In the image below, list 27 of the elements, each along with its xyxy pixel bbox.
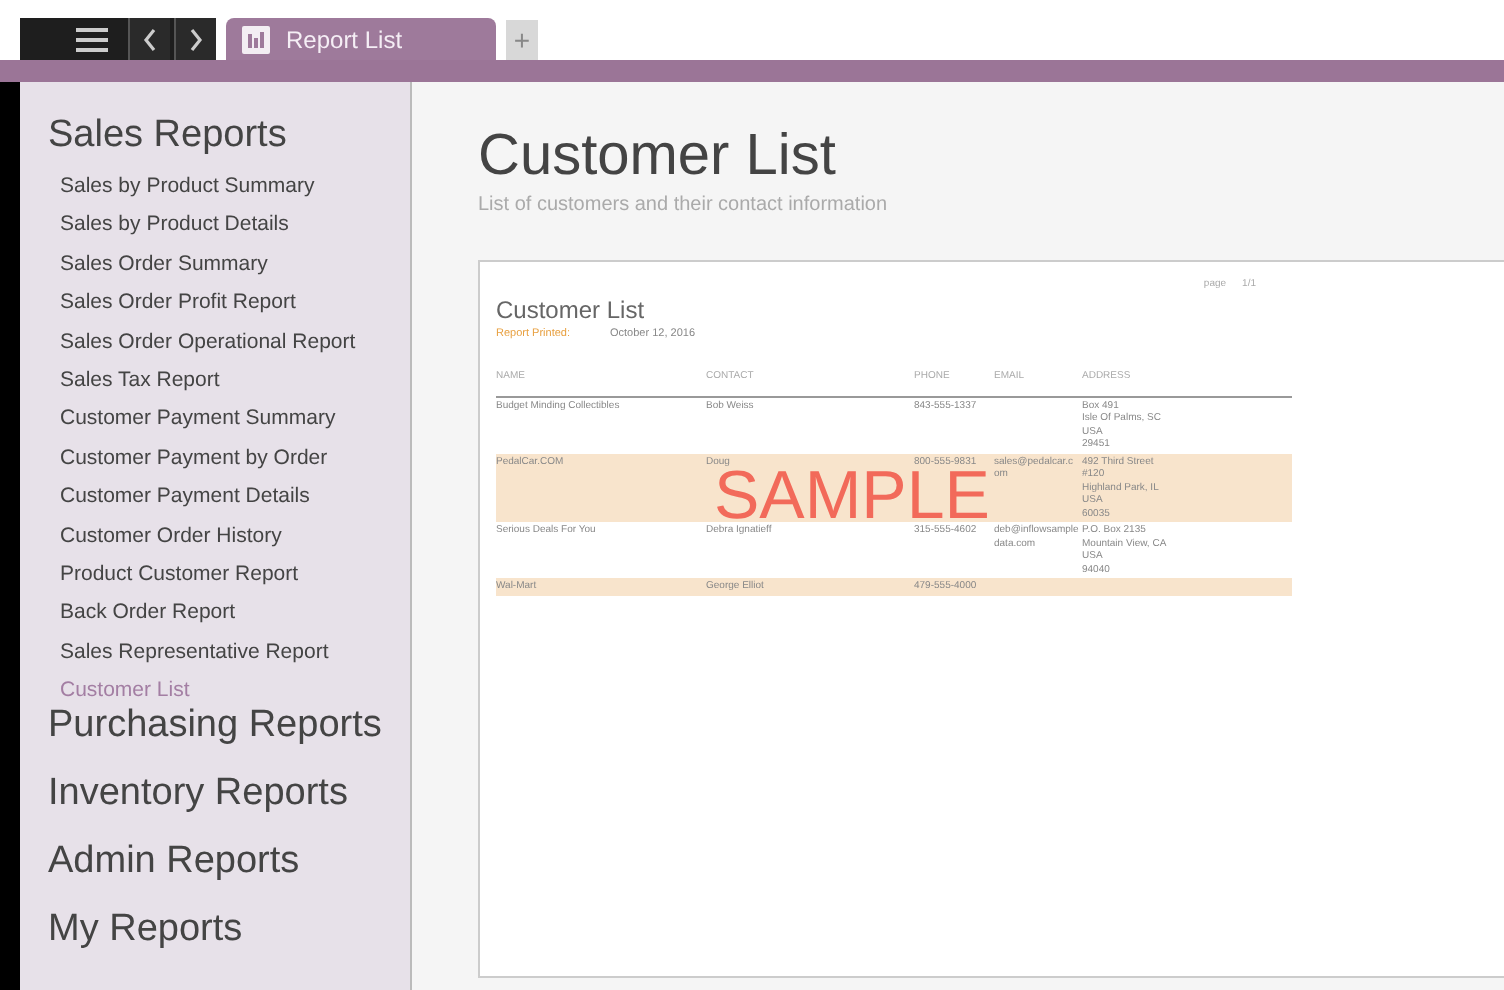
- page-subtitle: List of customers and their contact information: [478, 194, 890, 216]
- back-button[interactable]: [128, 18, 170, 60]
- forward-button[interactable]: [174, 18, 216, 60]
- report-group-heading[interactable]: Admin Reports: [48, 834, 410, 903]
- report-link[interactable]: Sales by Product Details: [60, 206, 410, 246]
- report-link[interactable]: Customer Order History: [60, 517, 410, 556]
- report-link[interactable]: Customer Payment Details: [60, 478, 410, 518]
- report-title: Customer List: [496, 296, 647, 324]
- report-group-heading[interactable]: Inventory Reports: [48, 766, 410, 835]
- report-link[interactable]: Sales by Product Summary: [60, 168, 410, 207]
- sample-watermark: SAMPLE: [714, 470, 990, 522]
- report-group-heading[interactable]: Sales Reports: [48, 108, 410, 168]
- report-link[interactable]: Back Order Report: [60, 594, 410, 634]
- report-link[interactable]: Sales Order Profit Report: [60, 284, 410, 324]
- report-link[interactable]: Customer Payment by Order: [60, 439, 410, 479]
- forward-icon: [188, 27, 204, 51]
- report-link[interactable]: Product Customer Report: [60, 555, 410, 595]
- back-icon: [142, 27, 158, 51]
- menu-icon: [76, 27, 108, 51]
- report-link[interactable]: Sales Order Operational Report: [60, 323, 410, 362]
- page-title: Customer List: [478, 122, 838, 190]
- report-link[interactable]: Sales Order Summary: [60, 245, 410, 285]
- chart-icon: [242, 25, 270, 53]
- report-link[interactable]: Sales Tax Report: [60, 361, 410, 401]
- report-link[interactable]: Sales Representative Report: [60, 633, 410, 673]
- report-link[interactable]: Customer Payment Summary: [60, 400, 410, 440]
- report-group-heading[interactable]: My Reports: [48, 902, 410, 971]
